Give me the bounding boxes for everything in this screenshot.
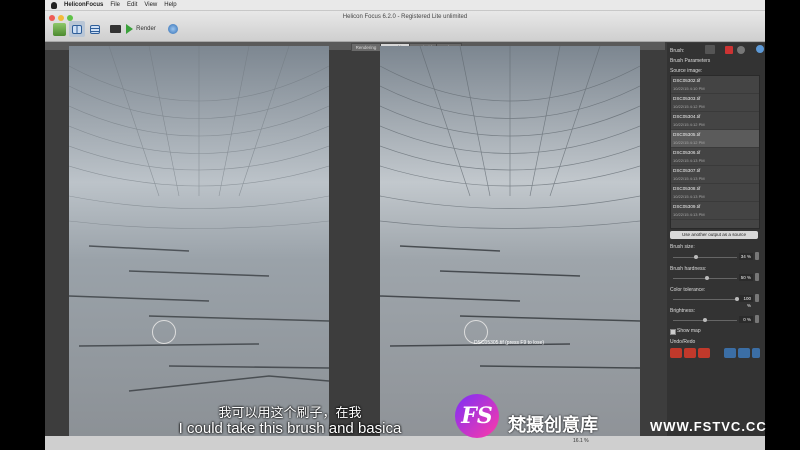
split-view-icon <box>72 24 82 34</box>
list-item-selected[interactable]: DSC05305.tif 10/22/15 4:12 PM <box>671 130 759 148</box>
source-image-label: Source image: <box>670 68 703 74</box>
helicon-screen: HeliconFocus File Edit View Help Helicon… <box>45 0 765 450</box>
color-tolerance-stepper[interactable] <box>755 294 759 302</box>
brush-parameters-label: Brush Parameters <box>670 58 711 64</box>
color-tolerance-value[interactable]: 100 % <box>739 295 753 308</box>
brush-copy-button[interactable] <box>705 45 715 54</box>
add-images-button[interactable] <box>51 21 67 37</box>
menu-file[interactable]: File <box>110 2 120 8</box>
watermark-url: WWW.FSTVC.CC <box>650 419 767 434</box>
show-map-checkbox[interactable] <box>670 329 676 335</box>
brush-hardness-stepper[interactable] <box>755 273 759 281</box>
watermark-logo: FS <box>455 394 499 438</box>
undo-redo-label: Undo/Redo <box>670 339 696 345</box>
color-tolerance-slider[interactable] <box>673 297 739 301</box>
brush-cursor <box>152 320 176 344</box>
menu-app[interactable]: HeliconFocus <box>64 2 103 8</box>
source-image-list[interactable]: DSC05302.tif 10/22/15 4:10 PM DSC05303.ti… <box>670 75 760 229</box>
brush-hardness-label: Brush hardness: <box>670 266 707 272</box>
brush-size-stepper[interactable] <box>755 252 759 260</box>
watermark-text: 梵摄创意库 <box>508 415 598 435</box>
list-item[interactable]: DSC05309.tif 10/22/15 4:13 PM <box>671 202 759 220</box>
brush-erase-button[interactable] <box>725 46 733 54</box>
color-tolerance-label: Color tolerance: <box>670 287 706 293</box>
source-image <box>69 46 329 436</box>
apple-icon[interactable] <box>51 1 57 9</box>
show-map-label: Show map <box>677 328 701 334</box>
redo-button[interactable] <box>738 348 750 358</box>
brightness-stepper[interactable] <box>755 315 759 323</box>
help-button[interactable] <box>166 21 180 37</box>
play-icon <box>126 24 134 34</box>
brightness-slider[interactable] <box>673 318 737 322</box>
batch-button[interactable] <box>107 21 123 37</box>
render-button[interactable]: Render <box>126 21 156 37</box>
list-item[interactable]: DSC05307.tif 10/22/15 4:13 PM <box>671 166 759 184</box>
source-image-pane[interactable] <box>69 46 329 436</box>
brush-size-value[interactable]: 34 % <box>739 253 753 260</box>
layout-list-button[interactable] <box>87 21 103 37</box>
window-title: Helicon Focus 6.2.0 - Registered Lite un… <box>342 14 468 20</box>
menu-help[interactable]: Help <box>164 2 176 8</box>
redo-all-button[interactable] <box>752 348 760 358</box>
brush-label: Brush: <box>670 48 685 54</box>
menu-bar: HeliconFocus File Edit View Help <box>45 0 765 11</box>
add-images-icon <box>52 22 66 36</box>
brush-select-button[interactable] <box>737 46 745 54</box>
retouch-panel: Brush: Brush Parameters Source image: DS… <box>667 43 765 436</box>
help-icon <box>168 24 178 34</box>
source-tooltip: DSC05305.tif (press F9 to lose) <box>474 340 545 346</box>
list-item[interactable]: DSC05303.tif 10/22/15 4:12 PM <box>671 94 759 112</box>
list-item[interactable]: DSC05306.tif 10/22/15 4:13 PM <box>671 148 759 166</box>
panel-help-icon[interactable] <box>756 45 764 53</box>
slider-knob[interactable] <box>703 318 707 322</box>
list-item[interactable]: DSC05304.tif 10/22/15 4:12 PM <box>671 112 759 130</box>
result-image <box>380 46 640 436</box>
brightness-label: Brightness: <box>670 308 696 314</box>
tab-rendering[interactable]: Rendering <box>351 43 381 51</box>
result-image-pane[interactable]: DSC05305.tif (press F9 to lose) <box>380 46 640 436</box>
slider-knob[interactable] <box>694 255 698 259</box>
status-bar: 16.1 % <box>45 436 765 450</box>
brush-hardness-slider[interactable] <box>673 276 737 280</box>
list-item[interactable]: DSC05308.tif 10/22/15 4:13 PM <box>671 184 759 202</box>
brush-hardness-value[interactable]: 50 % <box>739 274 753 281</box>
redo-step-button[interactable] <box>724 348 736 358</box>
undo-all-button[interactable] <box>670 348 682 358</box>
menu-edit[interactable]: Edit <box>127 2 137 8</box>
slider-knob[interactable] <box>705 276 709 280</box>
undo-button[interactable] <box>684 348 696 358</box>
menu-view[interactable]: View <box>144 2 157 8</box>
brightness-value[interactable]: 0 % <box>739 316 753 323</box>
layout-two-panes-button[interactable] <box>69 21 85 37</box>
brush-size-label: Brush size: <box>670 244 695 250</box>
undo-step-button[interactable] <box>698 348 710 358</box>
zoom-level[interactable]: 16.1 % <box>573 438 589 444</box>
list-item[interactable]: DSC05302.tif 10/22/15 4:10 PM <box>671 76 759 94</box>
render-label: Render <box>136 26 156 32</box>
camera-icon <box>109 25 121 33</box>
brush-size-slider[interactable] <box>673 255 737 259</box>
list-view-icon <box>90 24 100 34</box>
window-titlebar: Helicon Focus 6.2.0 - Registered Lite un… <box>45 11 765 42</box>
use-another-output-button[interactable]: Use another output as a source <box>670 231 758 239</box>
